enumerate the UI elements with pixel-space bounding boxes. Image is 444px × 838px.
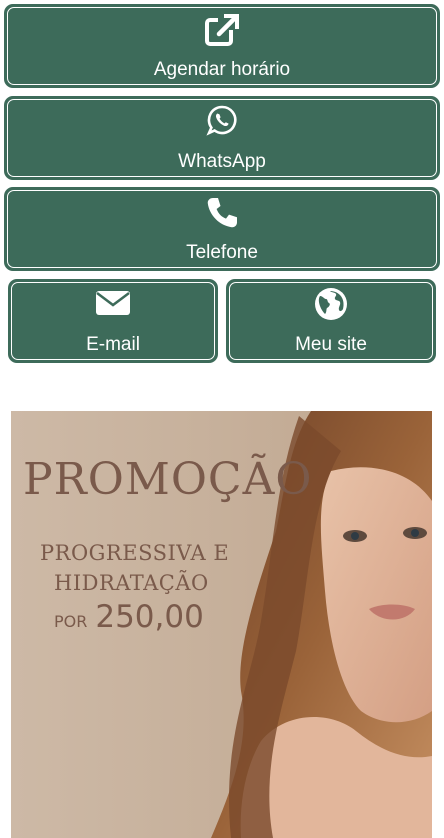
phone-label: Telefone bbox=[186, 242, 258, 263]
envelope-icon bbox=[10, 287, 216, 319]
whatsapp-icon bbox=[6, 104, 438, 136]
external-link-icon bbox=[6, 12, 438, 48]
schedule-button[interactable]: Agendar horário bbox=[4, 4, 440, 88]
website-button[interactable]: Meu site bbox=[226, 279, 436, 363]
price-prefix: POR bbox=[54, 612, 88, 631]
promo-title: PROMOÇÃO bbox=[23, 454, 313, 505]
promo-line-2: HIDRATAÇÃO bbox=[54, 571, 209, 595]
promo-price: POR 250,00 bbox=[54, 599, 204, 635]
email-label: E-mail bbox=[86, 334, 140, 355]
schedule-label: Agendar horário bbox=[153, 59, 291, 80]
whatsapp-button[interactable]: WhatsApp bbox=[4, 96, 440, 180]
website-label: Meu site bbox=[295, 334, 367, 355]
price-value: 250,00 bbox=[95, 599, 204, 635]
promo-banner[interactable]: PROMOÇÃO PROGRESSIVA E HIDRATAÇÃO POR 25… bbox=[11, 411, 432, 838]
phone-icon bbox=[6, 195, 438, 231]
phone-button[interactable]: Telefone bbox=[4, 187, 440, 271]
promo-line-1: PROGRESSIVA E bbox=[40, 541, 230, 565]
email-button[interactable]: E-mail bbox=[8, 279, 218, 363]
whatsapp-label: WhatsApp bbox=[178, 151, 266, 172]
globe-icon bbox=[228, 287, 434, 321]
page: Agendar horário WhatsApp Telefone E-mail bbox=[0, 0, 444, 838]
